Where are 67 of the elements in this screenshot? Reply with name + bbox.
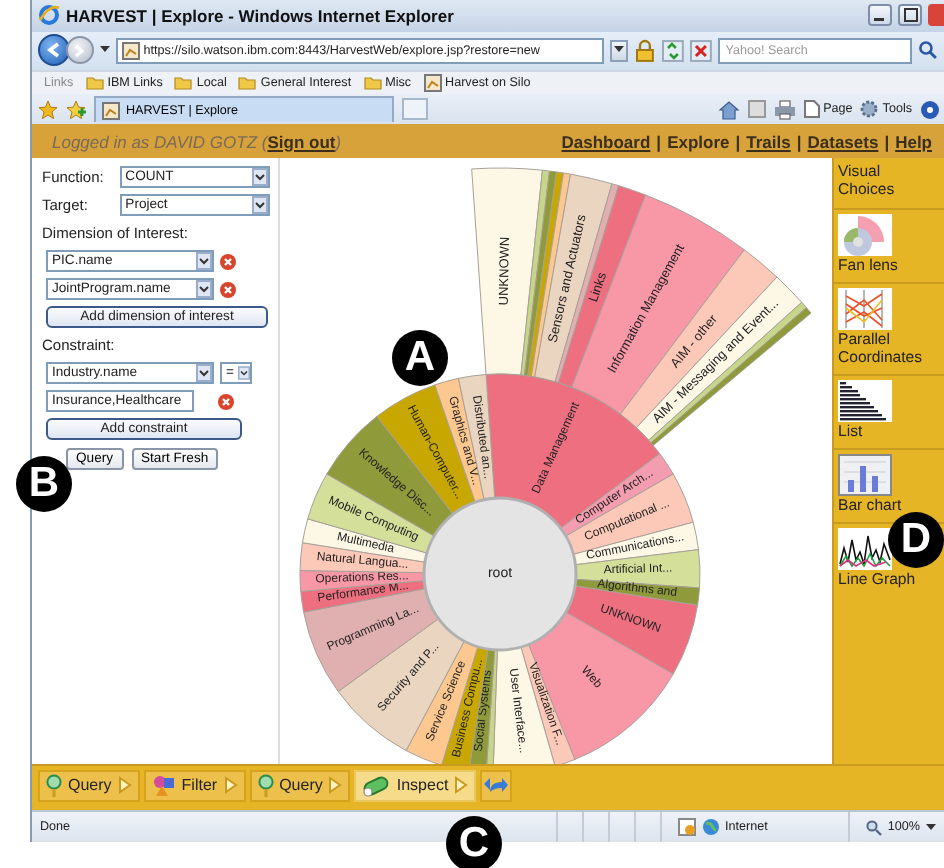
dropdown-arrow-icon (196, 364, 212, 383)
maximize-icon (903, 8, 917, 23)
remove-icon[interactable] (220, 253, 236, 270)
browser-logo-icon (38, 4, 60, 27)
stop-icon[interactable] (689, 39, 712, 62)
nav-link[interactable]: Explore (667, 131, 730, 152)
zoom-icon (865, 819, 882, 836)
annotation-marker: B (16, 456, 72, 512)
page-icon (102, 101, 120, 120)
pill-icon (362, 773, 391, 798)
bar-chart-icon (838, 453, 892, 496)
login-text: Logged in as DAVID GOTZ (Sign out) (52, 131, 342, 152)
help-icon[interactable] (920, 99, 940, 120)
minimize-button[interactable] (868, 4, 892, 27)
undo-icon (484, 775, 509, 796)
remove-icon[interactable] (220, 281, 236, 298)
separator-text: | (656, 131, 662, 152)
security-icon (677, 818, 696, 837)
globe-icon (701, 818, 720, 837)
separator-text: | (884, 131, 890, 152)
nav-link[interactable]: Dashboard (561, 131, 651, 152)
breadcrumb-step[interactable]: Query (38, 769, 140, 802)
triangle-icon (328, 776, 343, 795)
magnifier-icon (257, 773, 274, 798)
shapes-icon (151, 773, 176, 798)
maximize-button[interactable] (898, 4, 922, 27)
star-icon[interactable] (38, 99, 58, 120)
close-button[interactable] (928, 4, 944, 27)
caret-icon[interactable] (99, 46, 110, 55)
triangle-icon (454, 776, 469, 795)
magnifier-icon (46, 773, 62, 798)
triangle-icon (117, 776, 132, 795)
forward-button[interactable] (65, 36, 94, 65)
breadcrumb-step[interactable]: Query (249, 769, 351, 802)
nav-link[interactable]: Help (895, 131, 932, 152)
print-icon[interactable] (773, 99, 796, 120)
page-icon (803, 100, 820, 119)
sign-out-link[interactable]: Sign out (267, 131, 336, 152)
nav-link[interactable]: Trails (746, 131, 791, 152)
triangle-icon (223, 776, 238, 795)
dropdown-arrow-icon (252, 168, 268, 187)
window-title: HARVEST | Explore - Windows Internet Explorer (66, 5, 456, 26)
undo-button[interactable] (480, 769, 513, 802)
breadcrumb-step[interactable]: Inspect (354, 769, 477, 802)
dropdown-arrow-icon (196, 252, 212, 271)
separator-text: | (796, 131, 802, 152)
search-icon[interactable] (918, 40, 938, 61)
remove-icon[interactable] (218, 393, 234, 410)
dropdown-button[interactable] (610, 39, 628, 62)
nav-link[interactable]: Datasets (807, 131, 879, 152)
back-button[interactable] (38, 34, 70, 67)
list-icon (838, 379, 892, 422)
home-icon[interactable] (717, 99, 740, 120)
page-icon (423, 73, 442, 92)
caret-icon (613, 46, 624, 55)
breadcrumb-step[interactable]: Filter (143, 769, 246, 802)
separator-text: | (735, 131, 741, 152)
dropdown-arrow-icon (252, 196, 268, 215)
add-favorite-icon[interactable] (66, 99, 86, 120)
fan-chart-icon (838, 213, 892, 256)
line-graph-icon (838, 527, 892, 570)
parallel-coordinates-icon (838, 287, 892, 330)
dropdown-arrow-icon (196, 280, 212, 299)
caret-icon (926, 823, 936, 832)
refresh-icon[interactable] (661, 39, 684, 62)
page-icon (121, 41, 140, 60)
gear-icon (860, 100, 879, 119)
